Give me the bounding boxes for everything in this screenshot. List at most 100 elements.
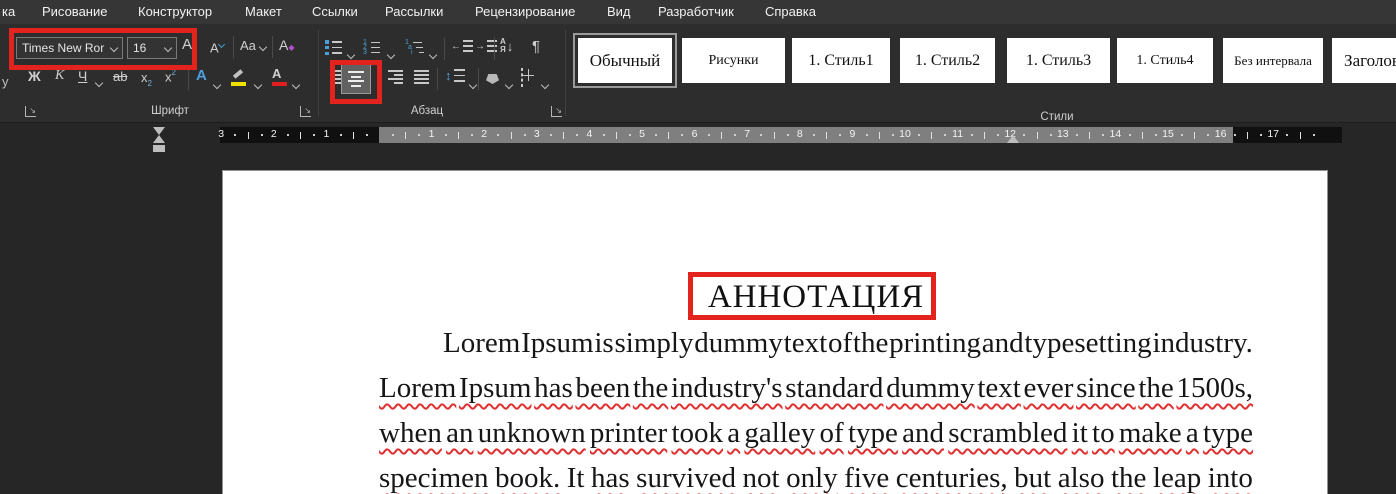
change-case-button[interactable]: Aa	[240, 38, 266, 53]
shrink-font-button[interactable]: А	[210, 38, 224, 55]
align-center-button-selected[interactable]	[341, 64, 371, 94]
menu-tab-10[interactable]: Справка	[765, 4, 816, 19]
misspelled-word: text	[977, 372, 1021, 405]
multilevel-chevron-icon[interactable]	[430, 46, 436, 64]
font-dialog-launcher-icon[interactable]: ↘	[300, 106, 311, 117]
strikethrough-button[interactable]: ab	[113, 69, 127, 84]
ruler-tick	[248, 132, 249, 139]
numbering-button[interactable]: 1 2 3	[363, 40, 380, 55]
style-card[interactable]: Без интервала	[1223, 38, 1323, 83]
text-effects-button[interactable]: А	[196, 67, 207, 84]
bullets-chevron-icon[interactable]	[348, 46, 354, 64]
bullet-list-icon	[325, 40, 342, 55]
ruler-number: 9	[849, 128, 855, 140]
numbering-chevron-icon[interactable]	[388, 46, 394, 64]
text-effects-chevron-icon[interactable]	[214, 76, 220, 94]
change-case-icon: Aa	[240, 38, 256, 53]
ruler-row: 3211234567891011121314151617	[0, 122, 1396, 170]
ruler-tick	[458, 132, 459, 139]
justify-button[interactable]	[414, 70, 429, 84]
font-color-chevron-icon[interactable]	[293, 76, 299, 94]
ruler-tick	[405, 132, 406, 139]
borders-chevron-icon[interactable]	[542, 76, 548, 94]
ruler-dot	[497, 134, 499, 136]
subscript-button[interactable]: x2	[141, 69, 152, 88]
superscript-button[interactable]: x2	[165, 68, 176, 86]
shading-chevron-icon[interactable]	[506, 76, 512, 94]
hanging-indent-marker[interactable]	[153, 135, 165, 143]
menu-tab-4[interactable]: Макет	[245, 4, 282, 19]
bullets-button[interactable]	[325, 40, 342, 55]
grow-font-button[interactable]: Аˆ	[182, 36, 195, 53]
menu-tab-5[interactable]: Ссылки	[312, 4, 358, 19]
clipped-menu-tab[interactable]: ка	[2, 4, 15, 19]
style-card[interactable]: Заголов	[1332, 38, 1396, 83]
line-spacing-button[interactable]: ↕	[445, 68, 465, 83]
menu-tab-8[interactable]: Вид	[607, 4, 631, 19]
ruler-dot	[418, 134, 420, 136]
menu-tab-6[interactable]: Рассылки	[385, 4, 443, 19]
style-card-label: Обычный	[590, 51, 661, 71]
ruler-text-zone	[379, 127, 1233, 143]
ruler-dot	[892, 134, 894, 136]
word: and	[982, 327, 1024, 360]
ruler-dot	[1102, 134, 1104, 136]
style-card[interactable]: Рисунки	[682, 38, 785, 83]
font-color-button[interactable]: А	[272, 66, 281, 81]
menu-tab-7[interactable]: Рецензирование	[475, 4, 575, 19]
shading-button[interactable]	[486, 71, 499, 89]
borders-button[interactable]	[521, 69, 523, 87]
misspelled-word: leap	[1153, 462, 1201, 494]
horizontal-ruler[interactable]: 3211234567891011121314151617	[220, 127, 1342, 143]
misspelled-word: 1500s,	[1176, 372, 1253, 405]
clear-formatting-button[interactable]: А◆	[279, 37, 295, 53]
word: It	[567, 462, 585, 494]
ruler-dot	[1181, 134, 1183, 136]
grow-font-icon: А	[182, 36, 192, 53]
style-card[interactable]: Обычный	[578, 38, 672, 83]
misspelled-word: type	[1203, 417, 1253, 450]
font-size-combobox[interactable]: 16	[127, 37, 177, 59]
style-card[interactable]: 1. Стиль3	[1007, 38, 1110, 83]
misspelled-word: it	[1072, 417, 1088, 450]
line-spacing-chevron-icon[interactable]	[470, 76, 476, 94]
ruler-dot	[1129, 134, 1131, 136]
right-indent-marker[interactable]	[1007, 135, 1019, 143]
bold-button[interactable]: Ж	[28, 68, 41, 84]
word: typesetting	[1024, 327, 1151, 360]
multilevel-list-button[interactable]: 1 a i	[405, 40, 424, 55]
style-card[interactable]: 1. Стиль2	[900, 38, 995, 83]
menu-tab-2[interactable]: Рисование	[42, 4, 107, 19]
text-highlight-button[interactable]	[231, 68, 245, 86]
align-right-button[interactable]	[388, 70, 403, 84]
ruler-dot	[839, 134, 841, 136]
highlight-chevron-icon[interactable]	[255, 76, 261, 94]
misspelled-word: type	[848, 417, 898, 450]
show-marks-button[interactable]: ¶	[532, 38, 540, 55]
misspelled-word: dummy	[886, 372, 975, 405]
misspelled-word: Lorem	[379, 372, 456, 405]
word: dummy	[694, 327, 783, 360]
misspelled-word: been	[575, 372, 630, 405]
word: industry.	[1152, 327, 1252, 360]
style-card[interactable]: 1. Стиль4	[1117, 38, 1213, 83]
paragraph-dialog-launcher-icon[interactable]: ↘	[551, 106, 562, 117]
ruler-tick	[1300, 132, 1301, 139]
misspelled-word: to	[1092, 417, 1115, 450]
document-page[interactable]: АННОТАЦИЯ LoremIpsumissimplydummytextoft…	[222, 170, 1328, 494]
menu-tab-9[interactable]: Разработчик	[658, 4, 734, 19]
font-name-combobox[interactable]: Times New Ror	[16, 37, 123, 59]
ruler-dot	[1023, 134, 1025, 136]
underline-button[interactable]: Ч	[78, 68, 87, 84]
underline-options-chevron-icon[interactable]	[96, 74, 102, 92]
sort-button[interactable]: АЯ ↓	[500, 38, 513, 54]
first-line-indent-marker[interactable]	[153, 127, 165, 135]
style-card[interactable]: 1. Стиль1	[792, 38, 890, 83]
ruler-dot	[234, 134, 236, 136]
clipboard-dialog-launcher-icon[interactable]: ↘	[25, 106, 36, 117]
italic-button[interactable]: К	[55, 68, 64, 84]
line-spacing-arrow-icon: ↕	[445, 68, 452, 83]
left-indent-marker[interactable]	[153, 145, 165, 152]
menu-tab-3[interactable]: Конструктор	[138, 4, 212, 19]
decrease-indent-button[interactable]: ←	[451, 40, 473, 52]
